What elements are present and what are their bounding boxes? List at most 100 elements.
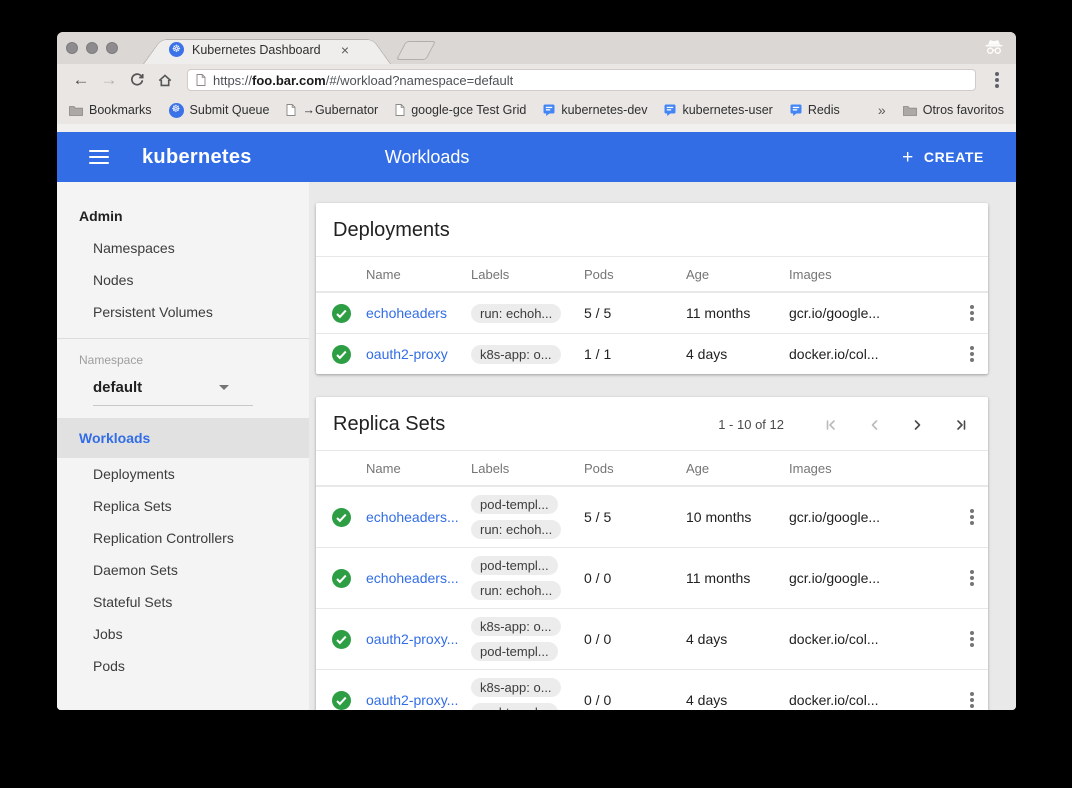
menu-hamburger-icon[interactable] [89,150,109,164]
row-menu-icon[interactable] [955,576,988,580]
forward-icon[interactable]: → [97,68,121,92]
url-bar[interactable]: https://foo.bar.com/#/workload?namespace… [187,69,976,91]
age-cell: 4 days [686,692,789,708]
browser-menu-icon[interactable] [988,68,1006,92]
folder-icon [903,105,917,116]
previous-page-icon[interactable] [864,415,884,435]
column-images: Images [789,267,955,282]
sidebar-item-replication-controllers[interactable]: Replication Controllers [57,522,309,554]
chat-icon [790,104,802,116]
kubernetes-favicon-icon [169,42,184,57]
bookmark-item[interactable]: google-gce Test Grid [395,103,526,117]
pagination: 1 - 10 of 12 [718,415,972,435]
home-icon[interactable] [153,68,177,92]
reload-icon[interactable] [125,68,149,92]
chat-icon [664,104,676,116]
label-chip: pod-templ... [471,642,558,661]
column-name: Name [366,267,471,282]
sidebar-item-replica-sets[interactable]: Replica Sets [57,490,309,522]
browser-toolbar: ← → h [57,64,1016,96]
other-bookmarks-folder[interactable]: Otros favoritos [903,103,1004,117]
window-minimize-button[interactable] [86,42,98,54]
desktop: Kubernetes Dashboard × ← → [0,0,1072,788]
pods-cell: 0 / 0 [584,631,686,647]
pagination-range: 1 - 10 of 12 [718,417,784,432]
new-tab-button[interactable] [396,41,436,60]
table-row: echoheaders run: echoh... 5 / 5 11 month… [316,292,988,333]
sidebar-item-jobs[interactable]: Jobs [57,618,309,650]
create-button[interactable]: + CREATE [898,140,988,175]
sidebar-item-workloads[interactable]: Workloads [57,418,309,458]
column-labels: Labels [471,461,584,476]
next-page-icon[interactable] [908,415,928,435]
resource-link[interactable]: echoheaders [366,305,471,321]
row-menu-icon[interactable] [955,515,988,519]
app-header: kubernetes Workloads + CREATE [57,132,1016,182]
plus-icon: + [902,148,914,167]
sidebar-item-daemon-sets[interactable]: Daemon Sets [57,554,309,586]
kubernetes-icon [169,103,184,118]
table-header: Name Labels Pods Age Images [316,256,988,292]
deployments-card: Deployments Name Labels Pods Age Images [316,203,988,374]
bookmark-item[interactable]: kubernetes-user [664,103,772,117]
sidebar-item-stateful-sets[interactable]: Stateful Sets [57,586,309,618]
pods-cell: 5 / 5 [584,509,686,525]
pods-cell: 5 / 5 [584,305,686,321]
incognito-icon [984,39,1004,55]
age-cell: 11 months [686,570,789,586]
age-cell: 11 months [686,305,789,321]
column-pods: Pods [584,461,686,476]
sidebar-item-deployments[interactable]: Deployments [57,458,309,490]
images-cell: docker.io/col... [789,631,955,647]
sidebar-item-namespaces[interactable]: Namespaces [57,232,309,264]
namespace-value: default [93,379,142,396]
column-name: Name [366,461,471,476]
row-menu-icon[interactable] [955,698,988,702]
bookmark-item[interactable]: kubernetes-dev [543,103,647,117]
namespace-select[interactable]: default [93,379,253,406]
resource-link[interactable]: oauth2-proxy... [366,692,471,708]
card-title: Replica Sets [333,413,445,436]
first-page-icon[interactable] [820,415,840,435]
bookmark-item[interactable]: Redis [790,103,840,117]
label-chip: run: echoh... [471,581,561,600]
back-icon[interactable]: ← [69,68,93,92]
tab-close-icon[interactable]: × [341,42,349,58]
images-cell: gcr.io/google... [789,305,955,321]
bookmark-item[interactable]: Submit Queue [169,103,270,118]
column-age: Age [686,461,789,476]
resource-link[interactable]: oauth2-proxy [366,346,471,362]
column-pods: Pods [584,267,686,282]
card-title: Deployments [333,219,450,242]
age-cell: 4 days [686,631,789,647]
sidebar-item-nodes[interactable]: Nodes [57,264,309,296]
sidebar: Admin Namespaces Nodes Persistent Volume… [57,182,309,710]
window-close-button[interactable] [66,42,78,54]
row-menu-icon[interactable] [955,637,988,641]
label-chip: run: echoh... [471,304,561,323]
pods-cell: 1 / 1 [584,346,686,362]
row-menu-icon[interactable] [955,311,988,315]
label-chip: k8s-app: o... [471,345,561,364]
url-text: https://foo.bar.com/#/workload?namespace… [213,73,513,88]
resource-link[interactable]: echoheaders... [366,509,471,525]
namespace-label: Namespace [57,353,309,367]
sidebar-section-admin[interactable]: Admin [57,200,309,232]
table-row: echoheaders... pod-templ... run: echoh..… [316,547,988,608]
bookmarks-overflow-icon[interactable]: » [878,102,886,118]
window-zoom-button[interactable] [106,42,118,54]
bookmark-item[interactable]: →Gubernator [286,103,378,117]
age-cell: 10 months [686,509,789,525]
table-header: Name Labels Pods Age Images [316,450,988,486]
resource-link[interactable]: oauth2-proxy... [366,631,471,647]
status-ok-icon [316,508,366,527]
images-cell: gcr.io/google... [789,570,955,586]
bookmark-item[interactable]: Bookmarks [69,103,152,117]
last-page-icon[interactable] [952,415,972,435]
browser-tab[interactable]: Kubernetes Dashboard × [143,35,391,64]
resource-link[interactable]: echoheaders... [366,570,471,586]
sidebar-item-pods[interactable]: Pods [57,650,309,682]
status-ok-icon [316,630,366,649]
sidebar-item-persistent-volumes[interactable]: Persistent Volumes [57,296,309,328]
row-menu-icon[interactable] [955,352,988,356]
